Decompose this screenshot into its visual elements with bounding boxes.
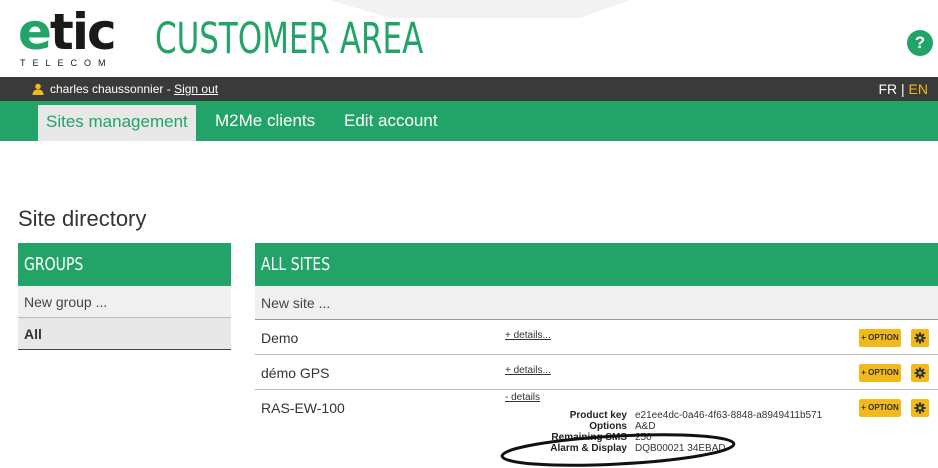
detail-line: Product key e21ee4dc-0a46-4f63-8848-a894…: [507, 410, 867, 421]
site-row: Demo + details... + OPTION: [255, 320, 938, 355]
tab-sites-management[interactable]: Sites management: [38, 105, 196, 141]
help-button[interactable]: ?: [907, 30, 933, 56]
site-name[interactable]: démo GPS: [261, 365, 329, 381]
sites-header: ALL SITES: [255, 243, 938, 286]
tab-edit-account[interactable]: Edit account: [336, 101, 446, 141]
gear-icon: [914, 332, 926, 344]
new-site-button[interactable]: New site ...: [255, 286, 938, 320]
lang-separator: |: [897, 81, 909, 97]
site-name[interactable]: RAS-EW-100: [261, 400, 345, 416]
option-button[interactable]: + OPTION: [859, 329, 901, 347]
etic-logo[interactable]: etic TELECOM: [18, 3, 128, 72]
lang-fr-link[interactable]: FR: [878, 81, 897, 97]
settings-button[interactable]: [911, 364, 929, 382]
user-icon: [32, 83, 44, 95]
page-title: Site directory: [18, 206, 147, 231]
settings-button[interactable]: [911, 329, 929, 347]
detail-line: Options A&D: [507, 421, 867, 432]
language-switcher: FR | EN: [878, 77, 928, 101]
site-row: démo GPS + details... + OPTION: [255, 355, 938, 390]
gear-icon: [914, 367, 926, 379]
gear-icon: [914, 402, 926, 414]
lang-en-link[interactable]: EN: [909, 81, 928, 97]
site-details-link[interactable]: + details...: [505, 330, 551, 341]
site-details-link[interactable]: - details: [505, 392, 540, 403]
detail-key: Product key: [569, 410, 627, 421]
new-group-button[interactable]: New group ...: [18, 286, 231, 318]
groups-header: GROUPS: [18, 243, 231, 286]
settings-button[interactable]: [911, 399, 929, 417]
group-item-all[interactable]: All: [18, 318, 231, 350]
groups-panel: GROUPS New group ... All: [18, 243, 231, 350]
detail-key: Options: [589, 421, 627, 432]
site-details-link[interactable]: + details...: [505, 365, 551, 376]
main-nav: Sites management M2Me clients Edit accou…: [0, 101, 938, 141]
option-button[interactable]: + OPTION: [859, 364, 901, 382]
page-header-title: CUSTOMER AREA: [155, 14, 424, 64]
logo-tagline: TELECOM: [20, 58, 113, 68]
sign-out-link[interactable]: Sign out: [174, 82, 218, 96]
tab-m2me-clients[interactable]: M2Me clients: [207, 101, 323, 141]
detail-value: e21ee4dc-0a46-4f63-8848-a8949411b571: [635, 410, 823, 421]
highlight-ellipse: [500, 433, 736, 467]
logo-wordmark: etic: [18, 3, 117, 61]
site-name[interactable]: Demo: [261, 330, 298, 346]
user-bar: charles chaussonnier - Sign out FR | EN: [0, 77, 938, 101]
detail-value: A&D: [635, 421, 656, 432]
user-name: charles chaussonnier - Sign out: [50, 82, 219, 96]
